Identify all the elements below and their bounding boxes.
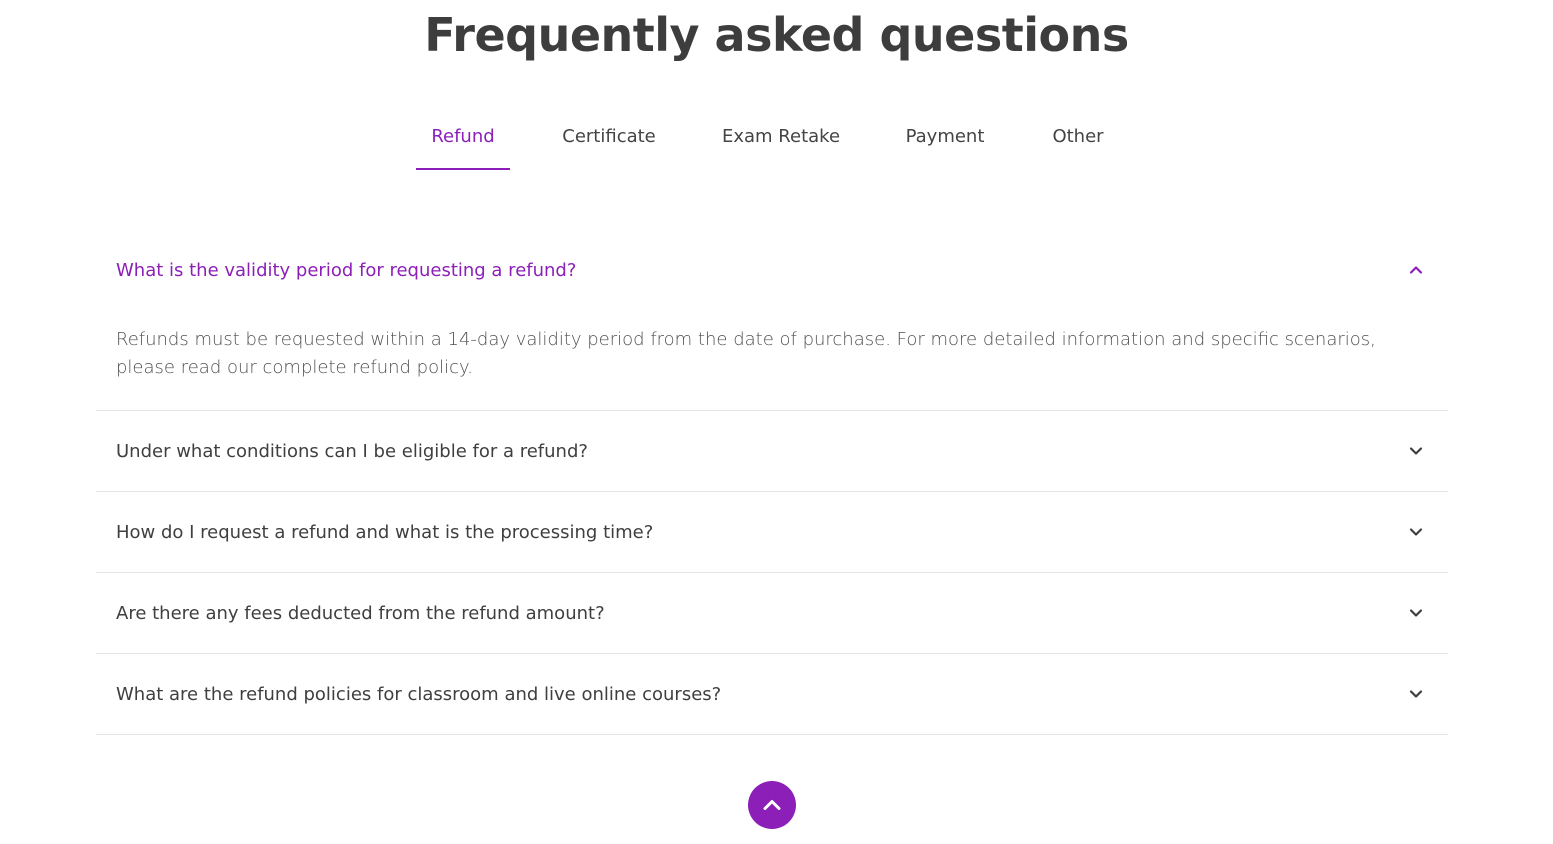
faq-item: What is the validity period for requesti… (96, 230, 1448, 411)
faq-item: What are the refund policies for classro… (96, 654, 1448, 735)
faq-item: Are there any fees deducted from the ref… (96, 573, 1448, 654)
chevron-down-icon (1409, 609, 1423, 617)
arrow-up-icon (763, 800, 781, 810)
chevron-down-icon (1409, 447, 1423, 455)
faq-question: What are the refund policies for classro… (116, 683, 722, 705)
faq-item: Under what conditions can I be eligible … (96, 411, 1448, 492)
tab-payment[interactable]: Payment (895, 118, 995, 170)
chevron-up-icon (1409, 266, 1423, 274)
faq-accordion: What is the validity period for requesti… (96, 230, 1448, 735)
faq-question-toggle[interactable]: What is the validity period for requesti… (96, 230, 1448, 310)
faq-question-toggle[interactable]: Under what conditions can I be eligible … (96, 411, 1448, 491)
faq-question: What is the validity period for requesti… (116, 259, 577, 281)
faq-question-toggle[interactable]: How do I request a refund and what is th… (96, 492, 1448, 572)
page-title: Frequently asked questions (424, 8, 1129, 62)
scroll-to-top-button[interactable] (748, 781, 796, 829)
tab-certificate[interactable]: Certificate (552, 118, 666, 170)
tab-other[interactable]: Other (1040, 118, 1116, 170)
faq-question-toggle[interactable]: Are there any fees deducted from the ref… (96, 573, 1448, 653)
faq-question: Are there any fees deducted from the ref… (116, 602, 605, 624)
faq-page: Frequently asked questions Refund Certif… (0, 0, 1553, 844)
chevron-down-icon (1409, 690, 1423, 698)
faq-item: How do I request a refund and what is th… (96, 492, 1448, 573)
faq-tabs: Refund Certificate Exam Retake Payment O… (0, 118, 1553, 170)
chevron-down-icon (1409, 528, 1423, 536)
faq-question: Under what conditions can I be eligible … (116, 440, 588, 462)
tab-refund[interactable]: Refund (416, 118, 510, 170)
tab-exam-retake[interactable]: Exam Retake (710, 118, 852, 170)
faq-answer: Refunds must be requested within a 14-da… (116, 329, 1376, 378)
faq-question: How do I request a refund and what is th… (116, 521, 654, 543)
faq-question-toggle[interactable]: What are the refund policies for classro… (96, 654, 1448, 734)
